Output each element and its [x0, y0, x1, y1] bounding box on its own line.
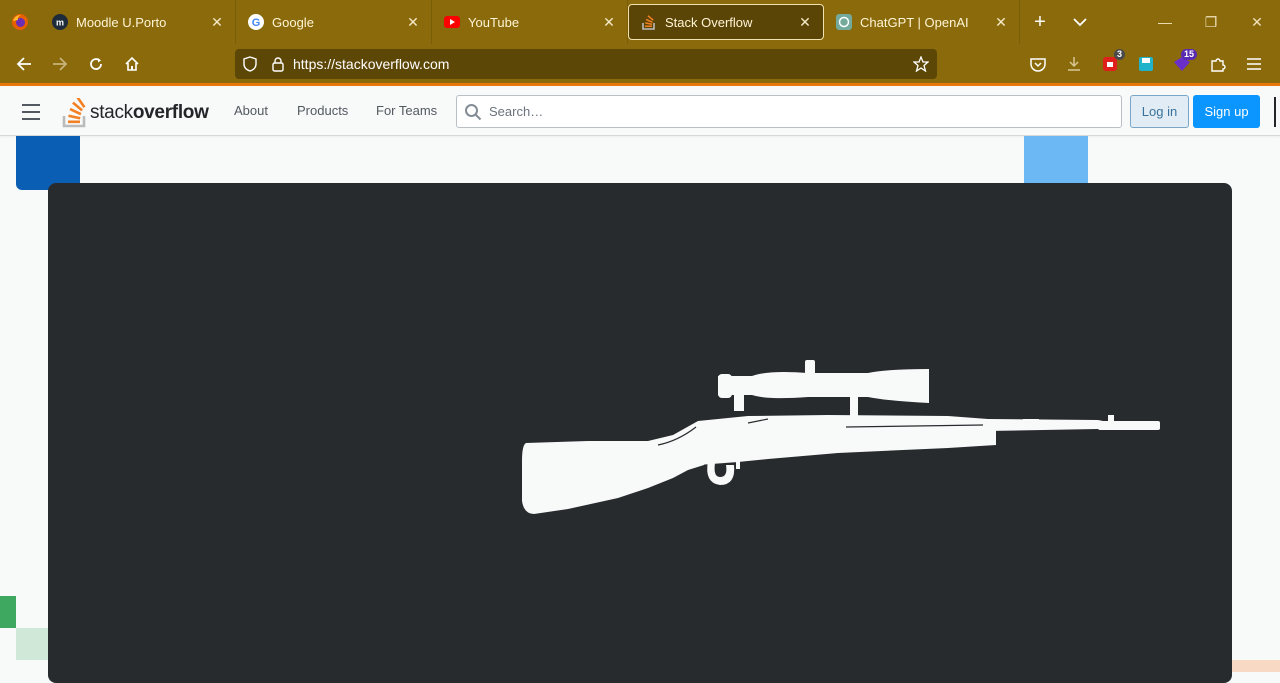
login-button[interactable]: Log in [1130, 95, 1189, 128]
url-text[interactable]: https://stackoverflow.com [291, 56, 905, 72]
extension-badge: 15 [1180, 49, 1197, 60]
search-input[interactable] [489, 104, 1121, 119]
close-tab-icon[interactable]: ✕ [601, 14, 617, 30]
extension-adblock-icon[interactable]: 3 [1092, 48, 1128, 80]
nav-teams-link[interactable]: For Teams [376, 103, 437, 118]
youtube-icon [444, 14, 460, 30]
tab-stackoverflow[interactable]: Stack Overflow ✕ [628, 4, 824, 40]
extensions-puzzle-icon[interactable] [1200, 48, 1236, 80]
tab-title: ChatGPT | OpenAI [860, 14, 969, 30]
so-wordmark: stackoverflow [90, 102, 209, 123]
lock-icon[interactable] [265, 56, 291, 72]
header-divider [1274, 97, 1276, 127]
reload-icon[interactable] [78, 48, 114, 80]
extension-badge: 3 [1113, 49, 1125, 60]
decorative-pale-green-block [16, 628, 48, 660]
google-icon: G [248, 14, 264, 30]
tab-moodle[interactable]: m Moodle U.Porto ✕ [40, 0, 236, 44]
decorative-green-block [0, 596, 16, 628]
menu-hamburger-icon[interactable] [1236, 48, 1272, 80]
so-logo[interactable]: stackoverflow [62, 96, 209, 128]
address-bar[interactable]: https://stackoverflow.com [235, 49, 937, 79]
tab-youtube[interactable]: YouTube ✕ [432, 0, 628, 44]
window-close-button[interactable]: ✕ [1234, 0, 1280, 44]
signup-button[interactable]: Sign up [1193, 95, 1260, 128]
close-tab-icon[interactable]: ✕ [797, 14, 813, 30]
stackoverflow-icon [641, 14, 657, 30]
openai-icon [836, 14, 852, 30]
decorative-peach-block [1224, 660, 1280, 672]
hero-image-panel [48, 183, 1232, 683]
svg-text:m: m [56, 18, 64, 28]
decorative-blue-block [16, 136, 80, 190]
list-all-tabs-chevron-icon[interactable] [1060, 0, 1100, 44]
bookmark-star-icon[interactable] [905, 56, 937, 72]
tab-chatgpt[interactable]: ChatGPT | OpenAI ✕ [824, 0, 1020, 44]
forward-arrow-icon[interactable] [42, 48, 78, 80]
home-icon[interactable] [114, 48, 150, 80]
so-menu-icon[interactable] [22, 104, 40, 120]
tab-title: YouTube [468, 14, 520, 30]
tab-title: Google [272, 14, 314, 30]
decorative-light-blue-block [1024, 136, 1088, 186]
search-icon [457, 103, 489, 121]
nav-products-link[interactable]: Products [297, 103, 348, 118]
extension-purple-icon[interactable]: 15 [1164, 48, 1200, 80]
tab-google[interactable]: G Google ✕ [236, 0, 432, 44]
moodle-icon: m [52, 14, 68, 30]
browser-navigation-bar: https://stackoverflow.com 3 15 [0, 44, 1280, 86]
svg-text:G: G [252, 17, 261, 29]
search-box[interactable] [456, 95, 1122, 128]
restore-button[interactable]: ❐ [1188, 0, 1234, 44]
new-tab-button[interactable]: + [1020, 0, 1060, 44]
tracking-shield-icon[interactable] [235, 56, 265, 72]
close-tab-icon[interactable]: ✕ [405, 14, 421, 30]
close-tab-icon[interactable]: ✕ [209, 14, 225, 30]
browser-tab-strip: m Moodle U.Porto ✕ G Google ✕ YouTube ✕ … [0, 0, 1280, 44]
tab-title: Moodle U.Porto [76, 14, 167, 30]
tab-title: Stack Overflow [665, 14, 753, 30]
extension-save-icon[interactable] [1128, 48, 1164, 80]
firefox-icon[interactable] [0, 0, 40, 44]
pocket-icon[interactable] [1020, 48, 1056, 80]
back-arrow-icon[interactable] [6, 48, 42, 80]
so-topbar: stackoverflow About Products For Teams L… [0, 89, 1280, 136]
rifle-silhouette-icon [522, 360, 1160, 514]
downloads-icon[interactable] [1056, 48, 1092, 80]
minimize-button[interactable]: — [1142, 0, 1188, 44]
close-tab-icon[interactable]: ✕ [993, 14, 1009, 30]
nav-about-link[interactable]: About [234, 103, 268, 118]
stackoverflow-icon [62, 98, 86, 128]
